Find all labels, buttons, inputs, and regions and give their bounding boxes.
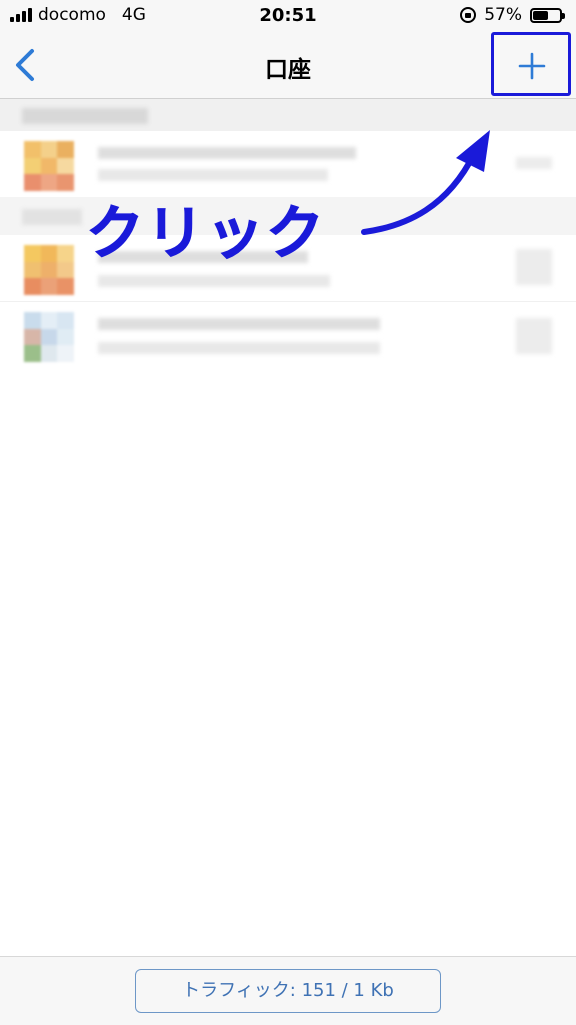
list-item-title-placeholder [98, 318, 380, 330]
list-item-title-placeholder [98, 147, 356, 159]
list-item[interactable] [0, 301, 576, 368]
bottom-toolbar: トラフィック: 151 / 1 Kb [0, 956, 576, 1025]
page-title: 口座 [265, 57, 311, 83]
status-bar: docomo 4G 20:51 57% [0, 0, 576, 32]
back-button[interactable] [12, 48, 40, 82]
battery-percent: 57% [484, 5, 522, 25]
section-header-placeholder [22, 209, 82, 225]
battery-fill [533, 10, 548, 20]
traffic-button[interactable]: トラフィック: 151 / 1 Kb [135, 969, 441, 1013]
account-avatar [24, 245, 74, 295]
account-avatar [24, 141, 74, 191]
list-item-subtitle-placeholder [98, 275, 330, 287]
battery-icon [530, 7, 565, 23]
navigation-bar: 口座 [0, 32, 576, 99]
chevron-left-icon [16, 49, 34, 81]
annotation-label: クリック [85, 199, 327, 268]
orientation-lock-icon [460, 7, 477, 23]
list-item-subtitle-placeholder [98, 169, 328, 181]
list-item-subtitle-placeholder [98, 342, 380, 354]
add-account-button[interactable] [491, 32, 571, 96]
annotation-arrow-icon [361, 130, 490, 235]
status-right: 57% [460, 5, 565, 25]
section-header-placeholder [22, 108, 148, 124]
account-avatar [24, 312, 74, 362]
list-item-value-placeholder [516, 318, 552, 354]
plus-icon [518, 52, 546, 80]
list-item-value-placeholder [516, 157, 552, 169]
list-item-value-placeholder [516, 249, 552, 285]
